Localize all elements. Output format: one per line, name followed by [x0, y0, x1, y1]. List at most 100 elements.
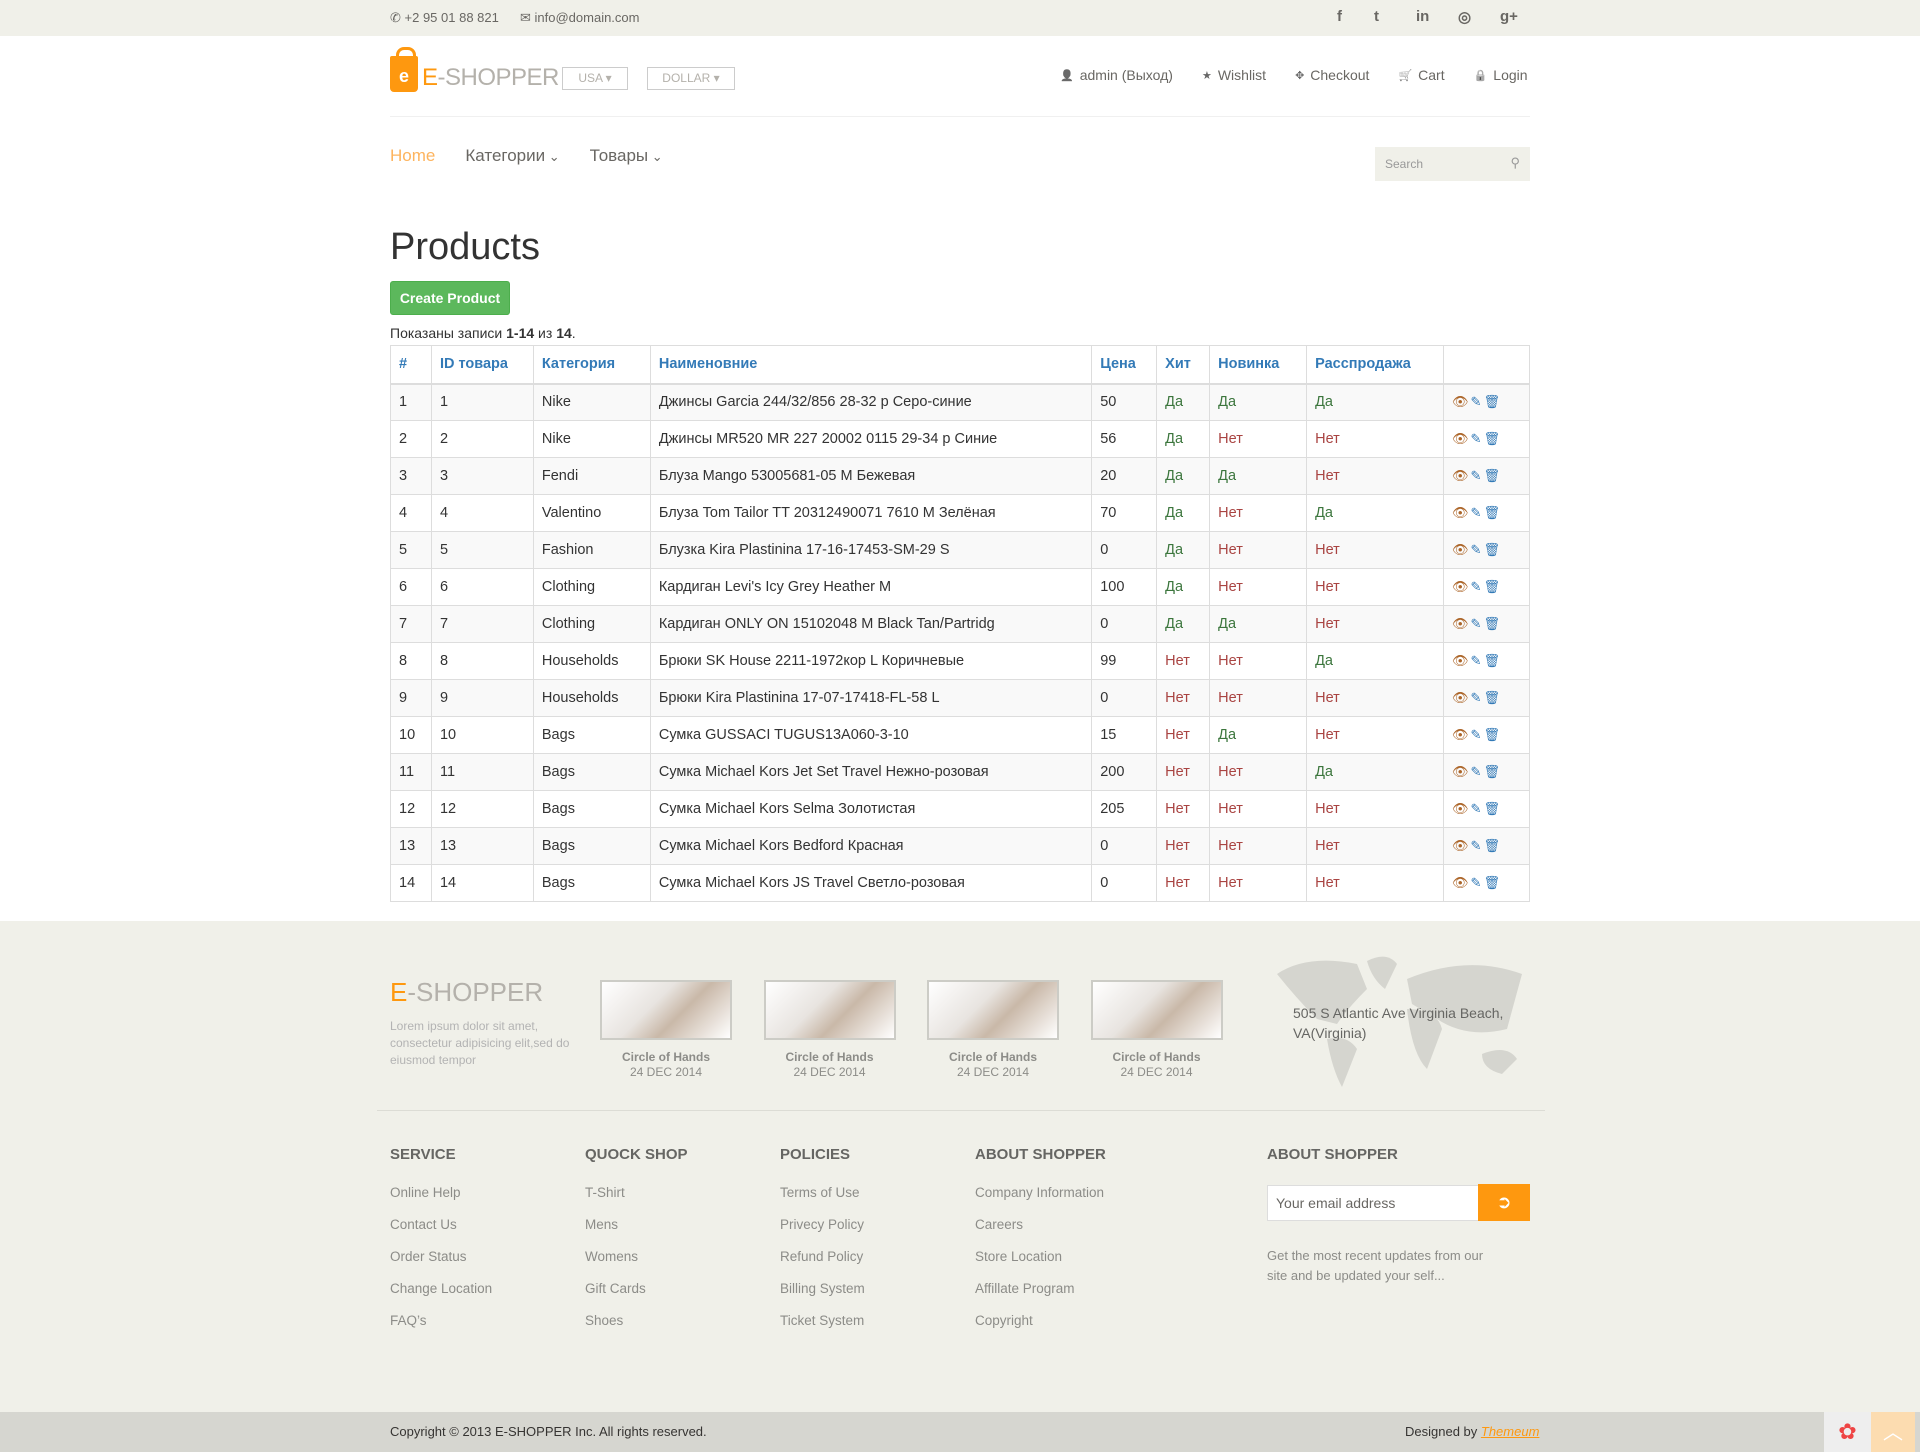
eye-icon[interactable]: 👁: [1452, 616, 1471, 631]
eye-icon[interactable]: 👁: [1452, 838, 1471, 853]
column-header[interactable]: Хит: [1157, 346, 1210, 384]
footer-link[interactable]: Store Location: [975, 1249, 1106, 1281]
footer-link[interactable]: Privecy Policy: [780, 1217, 865, 1249]
trash-icon[interactable]: 🗑: [1483, 838, 1502, 853]
pencil-icon[interactable]: ✎: [1471, 616, 1484, 631]
column-header[interactable]: Расспродажа: [1307, 346, 1444, 384]
trash-icon[interactable]: 🗑: [1483, 542, 1502, 557]
logo[interactable]: e E-SHOPPER: [390, 56, 559, 92]
footer-link[interactable]: Copyright: [975, 1313, 1106, 1345]
pencil-icon[interactable]: ✎: [1471, 468, 1484, 483]
footer-link[interactable]: Order Status: [390, 1249, 492, 1281]
footer-link[interactable]: Refund Policy: [780, 1249, 865, 1281]
trash-icon[interactable]: 🗑: [1483, 431, 1502, 446]
footer-link[interactable]: Shoes: [585, 1313, 688, 1345]
column-header[interactable]: Наименовние: [650, 346, 1091, 384]
eye-icon[interactable]: 👁: [1452, 542, 1471, 557]
table-cell: 6: [391, 569, 432, 606]
footer-link[interactable]: Billing System: [780, 1281, 865, 1313]
trash-icon[interactable]: 🗑: [1483, 653, 1502, 668]
search-icon: ⚲: [1510, 155, 1520, 171]
pencil-icon[interactable]: ✎: [1471, 801, 1484, 816]
create-product-button[interactable]: Create Product: [390, 281, 510, 315]
header-link-cart[interactable]: 🛒Cart: [1398, 67, 1444, 83]
trash-icon[interactable]: 🗑: [1483, 690, 1502, 705]
footer-link[interactable]: Gift Cards: [585, 1281, 688, 1313]
eye-icon[interactable]: 👁: [1452, 579, 1471, 594]
footer-link[interactable]: Terms of Use: [780, 1185, 865, 1217]
eye-icon[interactable]: 👁: [1452, 505, 1471, 520]
trash-icon[interactable]: 🗑: [1483, 468, 1502, 483]
eye-icon[interactable]: 👁: [1452, 801, 1471, 816]
footer-link[interactable]: Contact Us: [390, 1217, 492, 1249]
themeum-link[interactable]: Themeum: [1481, 1424, 1540, 1439]
trash-icon[interactable]: 🗑: [1483, 801, 1502, 816]
eye-icon[interactable]: 👁: [1452, 764, 1471, 779]
currency-dropdown[interactable]: DOLLAR: [647, 67, 735, 90]
eye-icon[interactable]: 👁: [1452, 468, 1471, 483]
footer-link[interactable]: Affillate Program: [975, 1281, 1106, 1313]
footer-link[interactable]: Change Location: [390, 1281, 492, 1313]
video-thumbnail[interactable]: [600, 980, 732, 1040]
pencil-icon[interactable]: ✎: [1471, 875, 1484, 890]
nav-item-2[interactable]: Товары ⌄: [590, 146, 663, 166]
pencil-icon[interactable]: ✎: [1471, 764, 1484, 779]
google-plus-icon[interactable]: g+: [1500, 8, 1518, 25]
table-cell: Нет: [1307, 458, 1444, 495]
linkedin-icon[interactable]: in: [1416, 8, 1429, 25]
subscribe-button[interactable]: ➲: [1478, 1184, 1530, 1221]
pencil-icon[interactable]: ✎: [1471, 505, 1484, 520]
yii-debug-icon[interactable]: ✿: [1824, 1412, 1871, 1452]
pencil-icon[interactable]: ✎: [1471, 431, 1484, 446]
header-link-login[interactable]: 🔒Login: [1474, 67, 1528, 83]
footer-link[interactable]: Ticket System: [780, 1313, 865, 1345]
eye-icon[interactable]: 👁: [1452, 431, 1471, 446]
nav-item-0[interactable]: Home: [390, 146, 435, 166]
trash-icon[interactable]: 🗑: [1483, 727, 1502, 742]
header-link-checkout[interactable]: ✥Checkout: [1295, 67, 1369, 83]
column-header[interactable]: Цена: [1092, 346, 1157, 384]
dribbble-icon[interactable]: ◎: [1458, 8, 1471, 26]
trash-icon[interactable]: 🗑: [1483, 616, 1502, 631]
footer-link[interactable]: Womens: [585, 1249, 688, 1281]
facebook-icon[interactable]: f: [1337, 8, 1342, 25]
eye-icon[interactable]: 👁: [1452, 875, 1471, 890]
scroll-up-button[interactable]: ︿: [1871, 1412, 1915, 1452]
trash-icon[interactable]: 🗑: [1483, 875, 1502, 890]
footer-link[interactable]: FAQ’s: [390, 1313, 492, 1345]
pencil-icon[interactable]: ✎: [1471, 542, 1484, 557]
video-thumbnail[interactable]: [1091, 980, 1223, 1040]
footer-link[interactable]: Company Information: [975, 1185, 1106, 1217]
trash-icon[interactable]: 🗑: [1483, 505, 1502, 520]
eye-icon[interactable]: 👁: [1452, 394, 1471, 409]
table-cell: Нет: [1157, 754, 1210, 791]
header-link-admin[interactable]: 👤admin (Выход): [1060, 67, 1173, 83]
footer-link[interactable]: Mens: [585, 1217, 688, 1249]
pencil-icon[interactable]: ✎: [1471, 690, 1484, 705]
footer-link[interactable]: T-Shirt: [585, 1185, 688, 1217]
eye-icon[interactable]: 👁: [1452, 727, 1471, 742]
pencil-icon[interactable]: ✎: [1471, 838, 1484, 853]
pencil-icon[interactable]: ✎: [1471, 653, 1484, 668]
footer-link[interactable]: Online Help: [390, 1185, 492, 1217]
trash-icon[interactable]: 🗑: [1483, 394, 1502, 409]
pencil-icon[interactable]: ✎: [1471, 579, 1484, 594]
column-header[interactable]: ID товара: [431, 346, 533, 384]
column-header[interactable]: Категория: [533, 346, 650, 384]
header-link-wishlist[interactable]: ★Wishlist: [1202, 67, 1266, 83]
pencil-icon[interactable]: ✎: [1471, 394, 1484, 409]
country-dropdown[interactable]: USA: [562, 67, 628, 90]
column-header[interactable]: Новинка: [1210, 346, 1307, 384]
eye-icon[interactable]: 👁: [1452, 653, 1471, 668]
footer-link[interactable]: Careers: [975, 1217, 1106, 1249]
trash-icon[interactable]: 🗑: [1483, 579, 1502, 594]
nav-item-1[interactable]: Категории ⌄: [465, 146, 559, 166]
eye-icon[interactable]: 👁: [1452, 690, 1471, 705]
email-input[interactable]: Your email address: [1267, 1185, 1479, 1221]
video-thumbnail[interactable]: [927, 980, 1059, 1040]
video-thumbnail[interactable]: [764, 980, 896, 1040]
trash-icon[interactable]: 🗑: [1483, 764, 1502, 779]
pencil-icon[interactable]: ✎: [1471, 727, 1484, 742]
twitter-icon[interactable]: t: [1374, 8, 1379, 25]
search-input[interactable]: Search⚲: [1375, 147, 1530, 181]
